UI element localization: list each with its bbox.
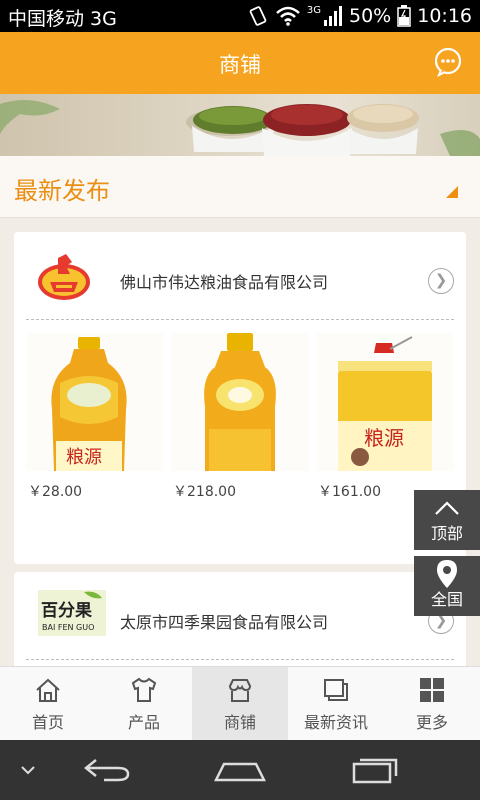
clock: 10:16 (417, 5, 472, 27)
svg-text:粮源: 粮源 (364, 426, 404, 450)
product-item[interactable]: 粮源 ￥28.00 (26, 333, 164, 533)
svg-text:粮源: 粮源 (66, 447, 102, 468)
product-item[interactable]: ￥218.00 (171, 333, 309, 533)
home-nav-icon[interactable] (214, 754, 266, 786)
shop-icon (228, 679, 252, 702)
shop-logo: 百分果 BAI FEN GUO (38, 590, 106, 636)
shop-card-header[interactable]: 佛山市伟达粮油食品有限公司 ❯ (26, 232, 454, 320)
tab-shops[interactable]: 商铺 (192, 667, 288, 740)
product-price: ￥28.00 (28, 484, 83, 500)
tab-label: 首页 (31, 713, 64, 732)
tab-home[interactable]: 首页 (0, 667, 96, 740)
recent-apps-icon[interactable] (350, 754, 400, 786)
product-price: ￥218.00 (173, 484, 236, 500)
bottom-tab-bar: 首页 产品 商铺 最新资讯 更多 (0, 666, 480, 740)
chevron-up-icon (435, 501, 459, 515)
location-pin-icon (437, 560, 457, 588)
page-title: 商铺 (219, 53, 261, 77)
oil-bottle-image: 粮源 (51, 337, 127, 471)
status-icons: 3G 50% 10:16 (247, 3, 472, 29)
oil-bottle-image (204, 333, 276, 471)
home-icon (36, 678, 60, 702)
shop-logo (38, 254, 90, 300)
chevron-down-icon[interactable] (20, 764, 36, 776)
network-type: 3G (306, 4, 321, 16)
system-nav-bar (0, 740, 480, 800)
tab-label: 最新资讯 (303, 713, 368, 732)
carrier-label: 中国移动 3G (8, 8, 117, 30)
product-list: 粮源 ￥28.00 ￥218.00 粮源 ￥161.00 (26, 333, 466, 563)
battery-percent: 50% (349, 5, 392, 27)
chevron-right-icon[interactable]: ❯ (428, 268, 454, 294)
tab-label: 商铺 (223, 713, 256, 732)
section-title: 最新发布 (14, 177, 110, 205)
back-icon[interactable] (82, 754, 132, 786)
back-to-top-label: 顶部 (430, 524, 463, 543)
vibrate-icon (249, 6, 267, 26)
tab-more[interactable]: 更多 (384, 667, 480, 740)
banner-image[interactable] (0, 94, 480, 156)
shop-name[interactable]: 佛山市伟达粮油食品有限公司 (120, 269, 328, 293)
product-image[interactable] (171, 333, 309, 471)
tab-news[interactable]: 最新资讯 (288, 667, 384, 740)
shop-name[interactable]: 太原市四季果园食品有限公司 (120, 609, 328, 633)
product-image[interactable]: 粮源 (316, 333, 454, 471)
product-price: ￥161.00 (318, 484, 381, 500)
shirt-icon (131, 677, 157, 702)
back-to-top-button[interactable]: 顶部 (414, 490, 480, 550)
news-icon (324, 679, 348, 701)
logo-text: 百分果 (41, 601, 92, 621)
shop-card[interactable]: 佛山市伟达粮油食品有限公司 ❯ 粮源 ￥28.00 ￥218.00 粮源 ￥16… (14, 232, 466, 564)
app-header: 商铺 (0, 32, 480, 94)
oil-drum-image: 粮源 (338, 336, 432, 471)
tab-label: 产品 (127, 713, 160, 732)
status-bar: 中国移动 3G 3G 50% 10:16 (0, 0, 480, 32)
wifi-icon (276, 6, 300, 26)
shop-card-header[interactable]: 百分果 BAI FEN GUO 太原市四季果园食品有限公司 ❯ (26, 572, 454, 660)
battery-icon (397, 5, 411, 27)
tab-products[interactable]: 产品 (96, 667, 192, 740)
region-button[interactable]: 全国 (414, 556, 480, 616)
tab-label: 更多 (415, 713, 448, 732)
region-label: 全国 (430, 590, 463, 609)
product-image[interactable]: 粮源 (26, 333, 164, 471)
latest-section-header: 最新发布 (0, 156, 480, 218)
beans-illustration (0, 100, 480, 156)
chat-bubble-icon[interactable] (432, 46, 464, 78)
grid-icon (420, 678, 444, 702)
logo-subtext: BAI FEN GUO (42, 623, 94, 632)
corner-triangle-icon[interactable] (446, 186, 458, 198)
signal-icon (324, 6, 342, 26)
